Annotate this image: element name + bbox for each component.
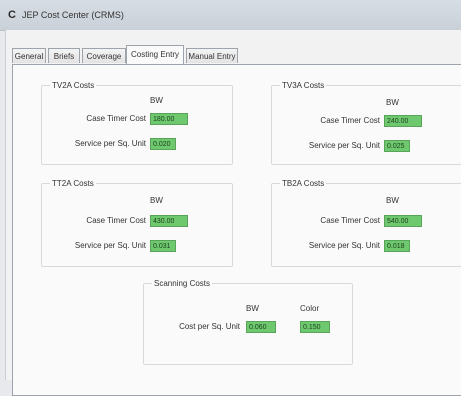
group-title: TV2A Costs: [50, 81, 97, 90]
group-title: TV3A Costs: [280, 81, 327, 90]
bw-column-header: BW: [386, 196, 399, 205]
tab-costing-entry[interactable]: Costing Entry: [126, 45, 184, 64]
service-per-unit-label: Service per Sq. Unit: [74, 241, 146, 250]
scan-color-field[interactable]: 0.150: [300, 321, 330, 333]
bw-column-header: BW: [246, 304, 259, 313]
bw-column-header: BW: [150, 196, 163, 205]
bw-column-header: BW: [150, 96, 163, 105]
service-per-unit-field[interactable]: 0.025: [384, 140, 410, 152]
app-icon: C: [8, 9, 16, 21]
costing-entry-panel: TV2A Costs BW Case Timer Cost 180.00 Ser…: [12, 64, 461, 396]
case-timer-cost-field[interactable]: 430.00: [150, 215, 188, 227]
tab-manual-entry[interactable]: Manual Entry: [186, 48, 238, 63]
window-title: JEP Cost Center (CRMS): [22, 10, 124, 20]
service-per-unit-label: Service per Sq. Unit: [308, 241, 380, 250]
service-per-unit-field[interactable]: 0.018: [384, 240, 410, 252]
group-title: Scanning Costs: [152, 279, 213, 288]
case-timer-cost-label: Case Timer Cost: [320, 216, 380, 225]
case-timer-cost-label: Case Timer Cost: [320, 116, 380, 125]
cost-per-unit-label: Cost per Sq. Unit: [179, 322, 240, 331]
case-timer-cost-field[interactable]: 540.00: [384, 215, 422, 227]
service-per-unit-field[interactable]: 0.031: [150, 240, 176, 252]
tv3a-costs-group: TV3A Costs BW Case Timer Cost 240.00 Ser…: [271, 81, 461, 165]
title-bar: C JEP Cost Center (CRMS): [0, 0, 461, 31]
service-per-unit-label: Service per Sq. Unit: [74, 139, 146, 148]
group-title: TT2A Costs: [50, 179, 96, 188]
case-timer-cost-field[interactable]: 180.00: [150, 113, 188, 125]
tv2a-costs-group: TV2A Costs BW Case Timer Cost 180.00 Ser…: [41, 81, 233, 165]
scanning-costs-group: Scanning Costs BW Color Cost per Sq. Uni…: [143, 279, 353, 365]
group-title: TB2A Costs: [280, 179, 327, 188]
case-timer-cost-field[interactable]: 240.00: [384, 115, 422, 127]
tab-general[interactable]: General: [12, 48, 46, 63]
bw-column-header: BW: [386, 98, 399, 107]
tab-briefs[interactable]: Briefs: [48, 48, 80, 63]
service-per-unit-label: Service per Sq. Unit: [308, 141, 380, 150]
tb2a-costs-group: TB2A Costs BW Case Timer Cost 540.00 Ser…: [271, 179, 461, 267]
tt2a-costs-group: TT2A Costs BW Case Timer Cost 430.00 Ser…: [41, 179, 233, 267]
scan-bw-field[interactable]: 0.060: [246, 321, 276, 333]
service-per-unit-field[interactable]: 0.020: [150, 138, 176, 150]
tab-coverage[interactable]: Coverage: [82, 48, 126, 63]
color-column-header: Color: [300, 304, 320, 313]
case-timer-cost-label: Case Timer Cost: [86, 216, 146, 225]
window-body: General Briefs Coverage Costing Entry Ma…: [5, 30, 461, 396]
case-timer-cost-label: Case Timer Cost: [86, 114, 146, 123]
